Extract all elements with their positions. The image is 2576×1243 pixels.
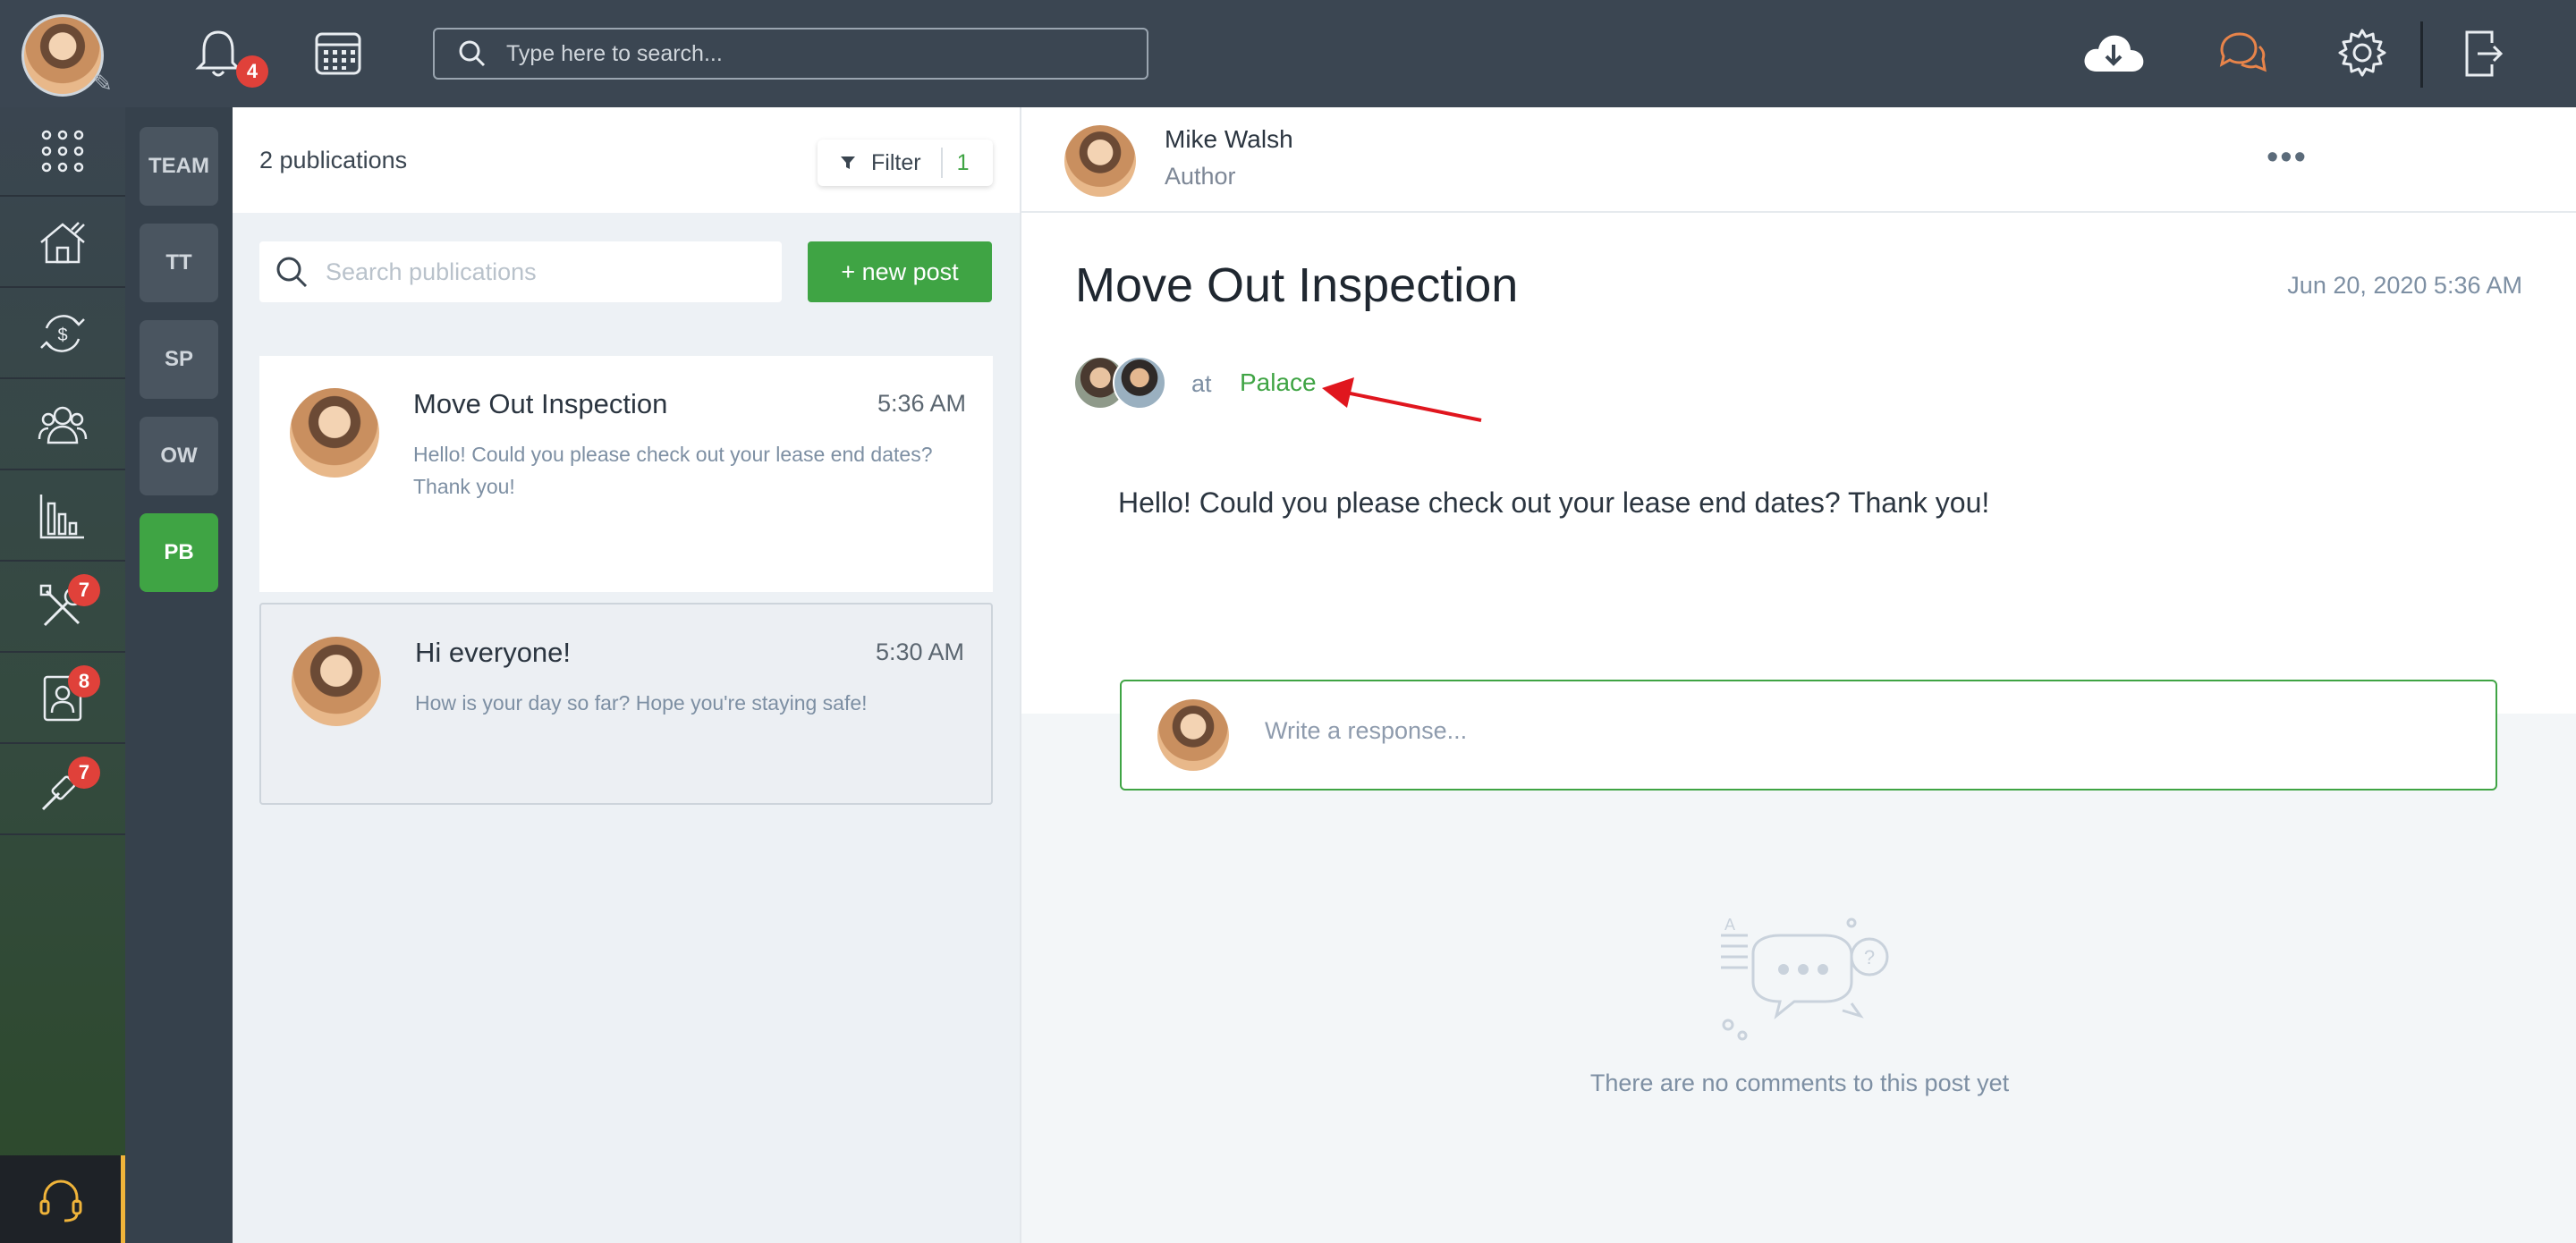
notifications-badge: 4 [236, 55, 268, 88]
filter-divider [940, 148, 943, 178]
publications-panel: 2 publications Filter 1 + new post Move … [233, 107, 1020, 1243]
svg-text:$: $ [57, 326, 67, 345]
maintenance-badge: 7 [68, 574, 100, 606]
accounting-icon: $ [40, 315, 85, 352]
properties-icon [40, 222, 85, 264]
svg-text:A: A [1724, 917, 1735, 934]
author-name: Mike Walsh [1165, 125, 1293, 153]
nav-properties[interactable] [0, 199, 125, 288]
response-box[interactable] [1120, 680, 2497, 791]
publication-time: 5:36 AM [877, 390, 966, 417]
team-ow[interactable]: OW [140, 417, 218, 495]
annotation-arrow [1322, 377, 1482, 422]
nav-reports[interactable] [0, 472, 125, 562]
user-avatar[interactable] [21, 14, 104, 97]
notifications-button[interactable]: 4 [193, 27, 268, 88]
svg-text:?: ? [1864, 946, 1875, 968]
filter-label: Filter [871, 149, 921, 175]
pin-icon[interactable]: ✎ [93, 70, 113, 97]
apps-grid-icon [41, 130, 84, 173]
publication-card[interactable]: Hi everyone! 5:30 AM How is your day so … [259, 603, 993, 805]
search-icon [276, 257, 308, 288]
search-icon [459, 40, 486, 67]
publication-preview: Hello! Could you please check out your l… [413, 443, 933, 498]
team-tt[interactable]: TT [140, 224, 218, 302]
publications-search[interactable] [259, 241, 782, 302]
global-search[interactable] [433, 28, 1148, 80]
publications-count: 2 publications [259, 147, 408, 173]
more-options-icon[interactable]: ••• [2267, 140, 2308, 174]
author-avatar [1064, 125, 1136, 197]
team-sp[interactable]: SP [140, 320, 218, 399]
publications-header: 2 publications Filter 1 [233, 107, 1020, 213]
chat-icon[interactable] [2215, 29, 2268, 79]
publication-title: Hi everyone! [415, 637, 572, 668]
team-team[interactable]: TEAM [140, 127, 218, 206]
property-link[interactable]: Palace [1240, 368, 1317, 397]
nav-tenants[interactable]: 8 [0, 655, 125, 744]
top-bar: ✎ 4 [0, 0, 2576, 107]
filter-icon [841, 156, 855, 169]
post-body: Hello! Could you please check out your l… [1118, 486, 1990, 519]
filter-count: 1 [956, 149, 970, 175]
nav-tools[interactable]: 7 [0, 746, 125, 835]
calendar-icon [315, 32, 361, 75]
response-input[interactable] [1265, 717, 2428, 745]
new-post-button[interactable]: + new post [808, 241, 992, 302]
at-label: at [1191, 370, 1212, 397]
nav-apps[interactable] [0, 107, 125, 197]
publications-search-input[interactable] [326, 258, 773, 286]
no-comments-icon: ? A [1721, 917, 1889, 1041]
gear-icon[interactable] [2336, 27, 2388, 79]
post-content: Move Out Inspection Jun 20, 2020 5:36 AM… [1021, 213, 2576, 714]
nav-maintenance[interactable]: 7 [0, 563, 125, 653]
author-avatar [292, 637, 381, 726]
filter-button[interactable]: Filter 1 [818, 140, 993, 186]
post-date: Jun 20, 2020 5:36 AM [2287, 272, 2522, 299]
publication-title: Move Out Inspection [413, 388, 668, 419]
team-pb[interactable]: PB [140, 513, 218, 592]
cloud-download-icon[interactable] [2080, 30, 2147, 75]
reports-icon [39, 495, 84, 539]
publication-time: 5:30 AM [875, 638, 964, 665]
no-comments-text: There are no comments to this post yet [1589, 1070, 2010, 1096]
nav-people[interactable] [0, 381, 125, 470]
author-avatar [290, 388, 379, 478]
post-title: Move Out Inspection [1075, 258, 1519, 312]
post-author-header: Mike Walsh Author ••• [1021, 107, 2576, 213]
people-icon [38, 406, 88, 444]
support-button[interactable] [0, 1155, 125, 1243]
current-user-avatar [1157, 699, 1229, 771]
logout-icon[interactable] [2462, 29, 2504, 79]
tenants-badge: 8 [68, 665, 100, 698]
publication-card[interactable]: Move Out Inspection 5:36 AM Hello! Could… [259, 356, 993, 592]
nav-accounting[interactable]: $ [0, 290, 125, 379]
headset-icon [39, 1180, 81, 1222]
recipient-avatar [1113, 356, 1166, 410]
team-switcher: TEAM TT SP OW PB [125, 107, 233, 1243]
calendar-button[interactable] [313, 27, 363, 77]
post-detail: Mike Walsh Author ••• Move Out Inspectio… [1020, 107, 2576, 1243]
main-nav-rail: $ 7 8 7 [0, 107, 125, 1243]
tools-badge: 7 [68, 757, 100, 789]
topbar-divider [2420, 21, 2423, 88]
author-role: Author [1165, 163, 1236, 190]
publication-preview: How is your day so far? Hope you're stay… [415, 691, 868, 715]
global-search-input[interactable] [506, 40, 1114, 67]
